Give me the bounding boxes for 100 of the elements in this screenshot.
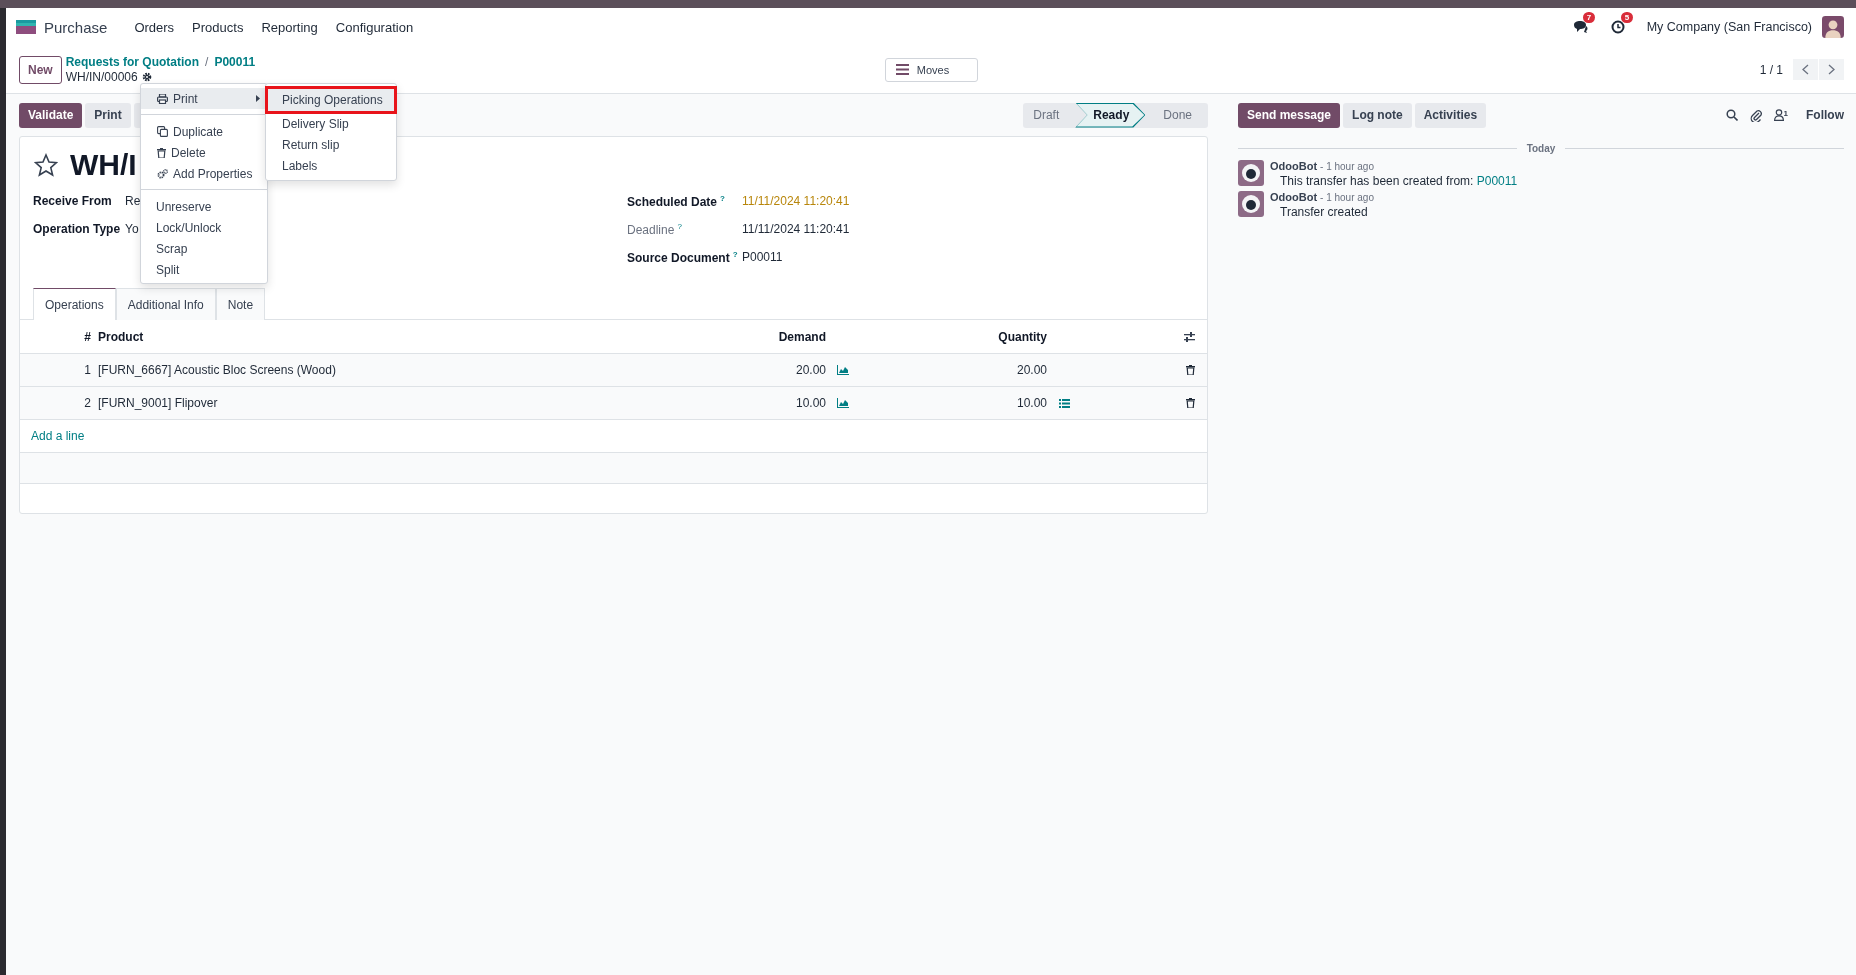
tab[interactable]: Note xyxy=(215,288,266,320)
trash-icon xyxy=(157,147,166,158)
record-title: WH/I xyxy=(70,148,137,182)
column-header: Quantity xyxy=(997,329,1047,344)
author-avatar xyxy=(1238,160,1264,186)
help-mark[interactable]: ? xyxy=(677,221,682,231)
column-settings-icon[interactable] xyxy=(1184,331,1195,342)
status-step[interactable]: Ready xyxy=(1075,102,1146,128)
gears-icon xyxy=(157,168,168,179)
help-mark[interactable]: ? xyxy=(732,249,738,259)
printer-icon xyxy=(157,93,168,104)
menu-item[interactable]: Orders xyxy=(125,19,184,35)
action-button[interactable]: Print xyxy=(85,102,131,128)
count-badge: 7 xyxy=(1582,12,1596,23)
menu-item[interactable]: Lock/Unlock xyxy=(141,217,267,238)
chatter-button[interactable]: Send message xyxy=(1238,102,1341,128)
menu-item[interactable]: Return slip xyxy=(266,134,396,155)
menu-item[interactable]: Reporting xyxy=(252,19,327,35)
follower-count: 1 xyxy=(1783,109,1788,118)
table-cell-text: 10.00 xyxy=(794,396,826,410)
menu-item[interactable]: Split xyxy=(141,259,267,280)
table-cell-text: [FURN_6667] Acoustic Bloc Screens (Wood) xyxy=(97,363,337,377)
followers-icon[interactable] xyxy=(1773,109,1784,121)
chat-icon[interactable] xyxy=(1572,20,1589,34)
column-header: Demand xyxy=(777,329,826,344)
caret-icon xyxy=(256,95,260,102)
message-time: - 1 hour ago xyxy=(1320,161,1374,172)
status-step[interactable]: Draft xyxy=(1023,102,1076,128)
menu-item[interactable]: Configuration xyxy=(326,19,423,35)
menu-item[interactable]: Duplicate xyxy=(141,121,267,142)
menu-item[interactable]: Labels xyxy=(266,155,396,176)
table-cell-text: 10.00 xyxy=(1015,396,1047,410)
paperclip-icon[interactable] xyxy=(1749,108,1762,122)
tab[interactable]: Operations xyxy=(33,288,116,320)
message-author[interactable]: OdooBot xyxy=(1270,191,1318,203)
field-label: Deadline $^{?}$ xyxy=(627,221,683,237)
clock-icon[interactable] xyxy=(1610,20,1625,34)
add-line-link[interactable]: Add a line xyxy=(31,429,85,443)
previous-button[interactable] xyxy=(1793,59,1818,80)
message-author[interactable]: OdooBot xyxy=(1270,160,1318,172)
menu-item[interactable]: Add Properties xyxy=(141,163,267,184)
chatter-button[interactable]: Activities xyxy=(1414,102,1487,128)
field-label: Receive From xyxy=(33,194,113,208)
table-cell-text: 20.00 xyxy=(794,363,826,377)
action-button[interactable]: Validate xyxy=(19,102,83,128)
user-avatar[interactable] xyxy=(1822,16,1844,38)
field-label: Operation Type xyxy=(33,222,122,236)
record-name: WH/IN/00006 xyxy=(65,70,138,84)
menu-item[interactable]: Scrap xyxy=(141,238,267,259)
column-header: # xyxy=(83,329,91,344)
field-label: Scheduled Date $^{?}$ xyxy=(627,193,726,209)
search-icon[interactable] xyxy=(1725,109,1738,121)
breadcrumb-link[interactable]: Requests for Quotation xyxy=(65,55,200,69)
table-cell-text: 20.00 xyxy=(1015,363,1047,377)
delete-icon[interactable] xyxy=(1186,365,1195,375)
chatter-button[interactable]: Log note xyxy=(1343,102,1412,128)
message-body: Transfer created xyxy=(1280,205,1369,219)
moves-button[interactable]: Moves xyxy=(884,57,979,82)
status-step[interactable]: Done xyxy=(1145,102,1208,128)
breadcrumb-separator: / xyxy=(205,55,209,69)
row-number: 1 xyxy=(83,363,91,377)
app-name[interactable]: Purchase xyxy=(44,18,108,36)
help-mark[interactable]: ? xyxy=(720,193,725,203)
field-value: P00011 xyxy=(742,250,783,264)
menu-item[interactable]: Print xyxy=(141,88,267,109)
chevron-left-icon xyxy=(1802,64,1809,75)
tab[interactable]: Additional Info xyxy=(115,288,216,320)
copy-icon xyxy=(157,126,168,137)
breadcrumb-link[interactable]: P00011 xyxy=(214,55,256,69)
star-icon[interactable] xyxy=(34,153,58,177)
count-badge: 5 xyxy=(1620,12,1634,23)
field-value: Re xyxy=(125,194,141,208)
field-label: Source Document $^{?}$ xyxy=(627,249,739,265)
table-cell-text: [FURN_9001] Flipover xyxy=(97,396,219,410)
list-icon[interactable] xyxy=(1058,398,1070,408)
author-avatar xyxy=(1238,191,1264,217)
date-divider: Today xyxy=(1526,142,1556,154)
record-link[interactable]: P00011 xyxy=(1476,174,1518,188)
field-value: 11/11/2024 11:20:41 xyxy=(742,222,850,236)
menu-icon xyxy=(895,64,909,75)
area-chart-icon[interactable] xyxy=(837,365,849,375)
field-value: Yo xyxy=(125,222,139,236)
menu-item[interactable]: Picking Operations xyxy=(266,87,396,113)
next-button[interactable] xyxy=(1819,59,1844,80)
gear-icon[interactable] xyxy=(141,72,152,82)
field-value: 11/11/2024 11:20:41 xyxy=(742,194,850,208)
message-body: This transfer has been created from: P00011 xyxy=(1280,174,1518,188)
chevron-right-icon xyxy=(1828,64,1835,75)
new-button[interactable]: New xyxy=(19,55,62,84)
pager-value: 1 / 1 xyxy=(1759,62,1783,77)
delete-icon[interactable] xyxy=(1186,398,1195,408)
row-number: 2 xyxy=(83,396,91,410)
column-header: Product xyxy=(97,329,145,344)
company-switcher[interactable]: My Company (San Francisco) xyxy=(1646,20,1812,34)
message-time: - 1 hour ago xyxy=(1320,192,1374,203)
follow-button[interactable]: Follow xyxy=(1806,108,1844,122)
area-chart-icon[interactable] xyxy=(837,398,849,408)
menu-item[interactable]: Delivery Slip xyxy=(266,113,396,134)
menu-item[interactable]: Products xyxy=(183,19,253,35)
menu-item[interactable]: Unreserve xyxy=(141,196,267,217)
